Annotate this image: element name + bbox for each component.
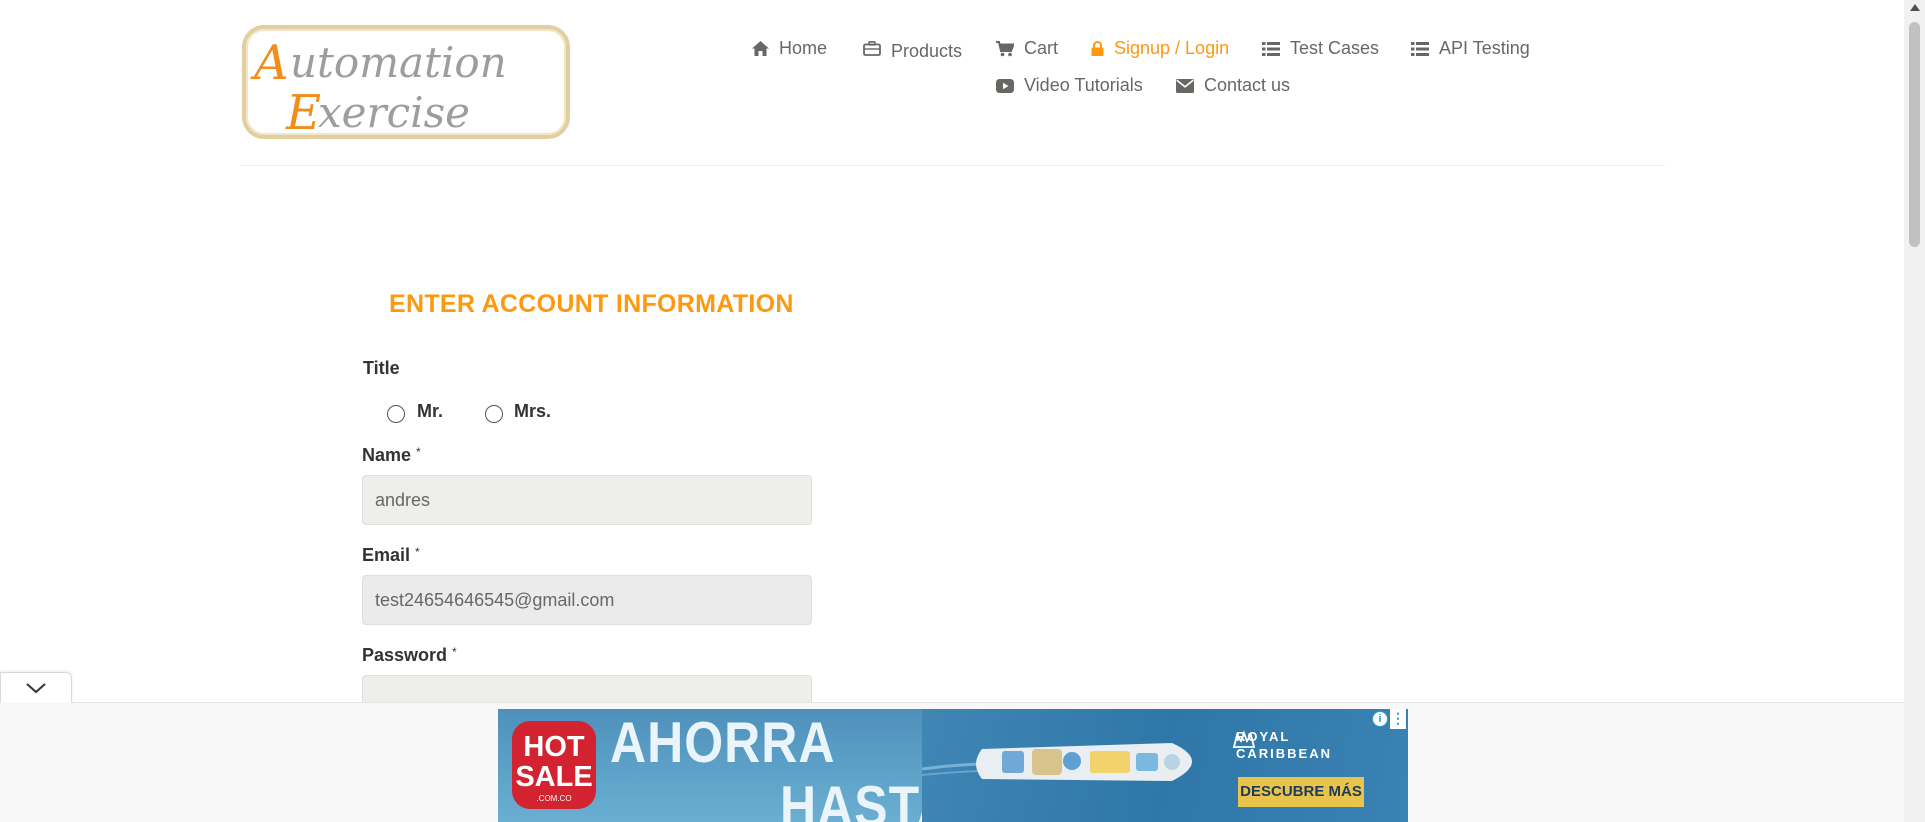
ad-cta-button[interactable]: DESCUBRE MÁS <box>1238 777 1364 807</box>
ad-left-panel: HOT SALE .COM.CO AHORRA HASTA <box>498 709 953 822</box>
required-mark: * <box>415 545 420 559</box>
page-scrollbar[interactable] <box>1904 0 1925 822</box>
nav-products[interactable]: Products <box>863 38 963 61</box>
required-mark: * <box>416 445 421 459</box>
nav-products-label: Products <box>891 41 963 61</box>
cart-icon <box>996 40 1014 56</box>
name-input[interactable] <box>362 475 812 525</box>
nav-cart[interactable]: Cart <box>996 38 1058 59</box>
scroll-up-arrow-icon[interactable] <box>1910 4 1920 11</box>
logo-text-line1: utomation <box>290 38 507 87</box>
form-heading: ENTER ACCOUNT INFORMATION <box>389 290 794 318</box>
nav-test-cases-label: Test Cases <box>1290 38 1380 58</box>
chevron-down-icon <box>26 683 46 694</box>
name-label: Name * <box>362 445 421 466</box>
required-mark: * <box>452 645 457 659</box>
main-nav: Home Products Cart Signup / Login Test C… <box>740 36 1540 106</box>
nav-signup-login[interactable]: Signup / Login <box>1091 38 1229 59</box>
logo-letter-a: A <box>250 35 289 91</box>
password-label: Password * <box>362 645 457 666</box>
ad-info-icon[interactable]: i <box>1372 711 1388 727</box>
email-input[interactable] <box>362 575 812 625</box>
header-divider <box>240 165 1665 166</box>
ad-menu-icon[interactable]: ⋮ <box>1390 709 1406 729</box>
nav-test-cases[interactable]: Test Cases <box>1262 38 1379 59</box>
nav-api-testing-label: API Testing <box>1439 38 1530 58</box>
nav-home[interactable]: Home <box>752 38 827 59</box>
youtube-icon <box>996 78 1014 93</box>
logo-letter-e: E <box>285 85 321 135</box>
logo-graphic: A utomation E xercise <box>250 35 507 135</box>
site-logo[interactable]: A utomation E xercise <box>242 25 570 139</box>
list-icon <box>1262 41 1280 56</box>
ad-banner[interactable]: HOT SALE .COM.CO AHORRA HASTA ROYAL CARI… <box>498 709 1408 822</box>
hotsale-line3: .COM.CO <box>536 794 572 803</box>
nav-video-tutorials-label: Video Tutorials <box>1024 75 1143 95</box>
ad-collapse-toggle[interactable] <box>0 672 72 703</box>
nav-contact-us[interactable]: Contact us <box>1176 75 1290 96</box>
email-label-text: Email <box>362 545 411 565</box>
ad-headline-1: AHORRA <box>610 710 836 775</box>
nav-contact-us-label: Contact us <box>1204 75 1291 95</box>
envelope-icon <box>1176 78 1194 93</box>
briefcase-icon <box>863 41 881 56</box>
ad-brand-line2: CARIBBEAN <box>1236 745 1332 761</box>
hotsale-line2: SALE <box>515 761 593 793</box>
ad-brand: ROYAL CARIBBEAN <box>1236 729 1332 763</box>
list-icon <box>1411 41 1429 56</box>
email-label: Email * <box>362 545 420 566</box>
home-icon <box>752 41 769 56</box>
ad-brand-line1: ROYAL <box>1236 729 1291 744</box>
radio-mr-label: Mr. <box>417 401 444 421</box>
password-label-text: Password <box>362 645 448 665</box>
nav-home-label: Home <box>779 38 828 58</box>
scroll-thumb[interactable] <box>1909 22 1920 247</box>
logo-text-line2: xercise <box>318 88 470 135</box>
radio-mrs[interactable] <box>485 405 503 423</box>
page: A utomation E xercise Home Products Cart… <box>0 0 1925 822</box>
nav-video-tutorials[interactable]: Video Tutorials <box>996 75 1143 96</box>
hotsale-line1: HOT <box>523 731 585 763</box>
title-label: Title <box>363 358 400 378</box>
radio-mr[interactable] <box>387 405 405 423</box>
radio-mrs-label: Mrs. <box>514 401 552 421</box>
lock-icon <box>1091 41 1104 56</box>
name-label-text: Name <box>362 445 412 465</box>
hotsale-badge: HOT SALE .COM.CO <box>512 721 596 809</box>
nav-api-testing[interactable]: API Testing <box>1411 38 1530 59</box>
nav-cart-label: Cart <box>1024 38 1059 58</box>
nav-signup-login-label: Signup / Login <box>1114 38 1230 58</box>
